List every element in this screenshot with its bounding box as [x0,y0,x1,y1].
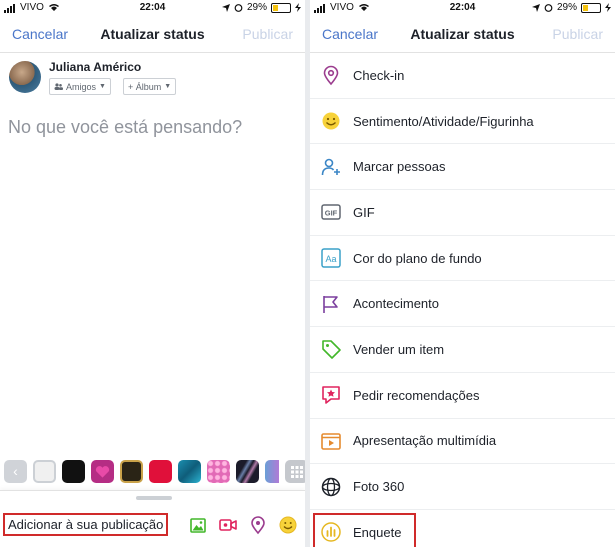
menu-item-label: Apresentação multimídia [353,433,497,449]
heart-icon [95,465,110,478]
aa-background-icon: Aa [321,248,341,268]
add-to-post-bar[interactable]: Adicionar à sua publicação [0,490,305,547]
chevron-down-icon: ▼ [164,83,172,90]
audience-selector[interactable]: Amigos ▼ [49,78,111,95]
chevron-down-icon: ▼ [99,83,106,90]
composer-header: Juliana Américo Amigos ▼ + Álbum ▼ [0,53,305,103]
menu-item-label: Check-in [353,67,405,83]
menu-item-label: Marcar pessoas [353,159,446,175]
alarm-icon [234,4,243,12]
menu-item-label: Cor do plano de fundo [353,250,482,266]
poll-icon [321,522,341,542]
emoji-icon[interactable] [278,515,298,535]
menu-item-background-color[interactable]: Aa Cor do plano de fundo [310,236,615,282]
nav-bar: Cancelar Atualizar status Publicar [0,16,305,53]
friends-icon [54,83,63,90]
user-name: Juliana Américo [49,60,142,74]
menu-item-label: Acontecimento [353,296,439,312]
charging-icon [295,3,301,12]
photo-360-icon [321,477,341,496]
menu-item-label: Vender um item [353,341,445,357]
status-bar: VIVO 22:04 29% [310,0,615,16]
flag-icon [323,295,338,313]
menu-item-label: GIF [353,204,375,220]
background-swatch[interactable] [120,460,143,483]
location-arrow-icon [221,3,230,12]
smiley-icon [322,112,340,130]
drag-handle[interactable] [136,496,172,500]
background-swatch[interactable] [91,460,114,483]
menu-item-poll[interactable]: Enquete [310,510,615,547]
menu-item-slideshow[interactable]: Apresentação multimídia [310,419,615,465]
battery-percent: 29% [556,2,577,13]
svg-text:GIF: GIF [325,209,338,218]
menu-item-tag-people[interactable]: Marcar pessoas [310,144,615,191]
nav-bar: Cancelar Atualizar status Publicar [310,16,615,53]
publish-button[interactable]: Publicar [552,26,603,42]
menu-item-label: Pedir recomendações [353,387,480,403]
background-swatch[interactable] [62,460,85,483]
add-to-post-label[interactable]: Adicionar à sua publicação [3,513,169,536]
menu-item-life-event[interactable]: Acontecimento [310,281,615,328]
slideshow-icon [321,433,341,450]
audience-label: Amigos [66,81,97,92]
background-color-picker: ‹ [4,460,305,486]
video-icon[interactable] [218,515,238,535]
svg-text:Aa: Aa [325,254,336,264]
menu-item-label: Foto 360 [353,479,405,495]
album-selector[interactable]: + Álbum ▼ [123,78,177,95]
recommendation-icon [322,386,340,404]
price-tag-icon [322,340,341,360]
menu-item-ask-recommendations[interactable]: Pedir recomendações [310,373,615,419]
menu-item-sell-item[interactable]: Vender um item [310,327,615,373]
alarm-icon [544,4,553,12]
more-backgrounds-icon[interactable] [285,460,305,483]
background-swatch[interactable] [236,460,259,483]
composer-screen: VIVO 22:04 29% Cancelar Atualizar status… [0,0,305,547]
status-bar: VIVO 22:04 29% [0,0,305,16]
location-pin-icon [323,66,339,86]
menu-item-photo-360[interactable]: Foto 360 [310,464,615,510]
charging-icon [605,3,611,12]
battery-percent: 29% [246,2,267,13]
battery-icon [581,2,601,13]
album-label: + Álbum [128,81,162,92]
background-swatch[interactable] [207,460,230,483]
menu-item-label: Sentimento/Atividade/Figurinha [353,113,534,129]
background-swatch[interactable] [149,460,172,483]
location-pin-icon[interactable] [248,515,268,535]
menu-item-gif[interactable]: GIF GIF [310,190,615,236]
publish-button[interactable]: Publicar [242,26,293,42]
tag-people-icon [321,158,340,175]
background-swatch[interactable] [265,460,279,483]
add-to-post-menu-screen: VIVO 22:04 29% Cancelar Atualizar status… [310,0,615,547]
background-swatch[interactable] [178,460,201,483]
collapse-arrow-icon[interactable]: ‹ [4,460,27,483]
add-to-post-menu: Check-in Sentimento/Atividade/Figurinha … [310,53,615,547]
menu-item-check-in[interactable]: Check-in [310,53,615,99]
menu-item-feeling[interactable]: Sentimento/Atividade/Figurinha [310,99,615,145]
photo-icon[interactable] [188,515,208,535]
gif-icon: GIF [321,204,341,221]
background-swatch[interactable] [33,460,56,483]
menu-item-label: Enquete [353,524,402,540]
battery-icon [271,2,291,13]
post-text-input[interactable]: No que você está pensando? [8,117,242,138]
location-arrow-icon [531,3,540,12]
avatar[interactable] [9,61,41,93]
